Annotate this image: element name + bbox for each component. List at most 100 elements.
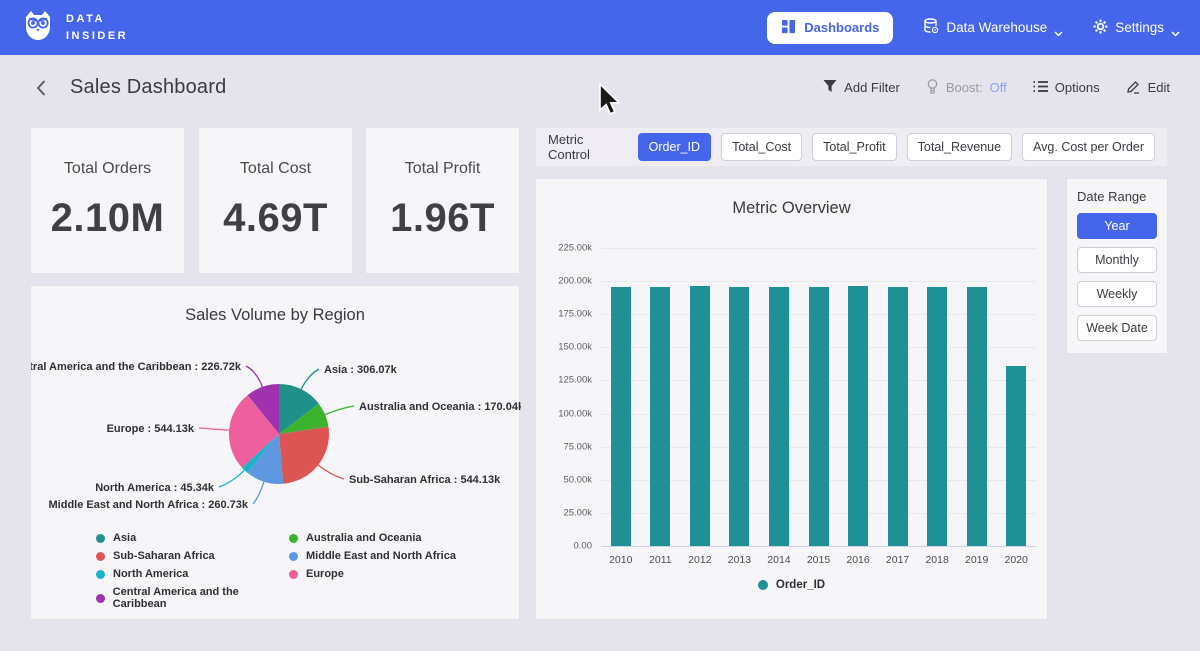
legend-item[interactable]: Asia — [96, 532, 289, 544]
bar-2015 — [809, 287, 829, 546]
legend-item[interactable]: Australia and Oceania — [289, 532, 482, 544]
pie-chart-legend: Asia Australia and Oceania Sub-Saharan A… — [96, 532, 482, 610]
legend-item[interactable]: Middle East and North Africa — [289, 550, 482, 562]
metric-chip-total-profit[interactable]: Total_Profit — [812, 133, 897, 161]
legend-dot — [96, 594, 105, 603]
legend-dot — [758, 580, 768, 590]
legend-dot — [289, 552, 298, 561]
top-navbar: DATAINSIDER Dashboards — [0, 0, 1200, 55]
pie-label: Australia and Oceania : 170.04k — [359, 401, 521, 413]
metric-chip-total-revenue[interactable]: Total_Revenue — [907, 133, 1012, 161]
dashboards-button[interactable]: Dashboards — [767, 12, 893, 44]
x-axis-tick: 2020 — [1005, 554, 1028, 566]
pie-label: Asia : 306.07k — [324, 364, 398, 376]
date-range-week-date-button[interactable]: Week Date — [1077, 315, 1157, 341]
pie-label: Central America and the Caribbean : 226.… — [31, 361, 242, 373]
pencil-icon — [1126, 79, 1141, 97]
legend-label: Europe — [306, 568, 344, 580]
filter-funnel-icon — [823, 79, 837, 96]
legend-label: North America — [113, 568, 188, 580]
settings-menu[interactable]: Settings — [1093, 19, 1180, 37]
gridline — [601, 546, 1036, 547]
date-range-panel: Date Range Year Monthly Weekly Week Date — [1066, 178, 1168, 354]
pie-label: Middle East and North Africa : 260.73k — [49, 499, 249, 511]
bar-2014 — [769, 287, 789, 546]
metric-chip-avg-cost[interactable]: Avg. Cost per Order — [1022, 133, 1155, 161]
x-axis-tick: 2017 — [886, 554, 909, 566]
legend-item[interactable]: North America — [96, 568, 289, 580]
pie-leader-line — [317, 465, 344, 480]
legend-dot — [96, 534, 105, 543]
bar-chart-legend[interactable]: Order_ID — [536, 579, 1047, 591]
options-button[interactable]: Options — [1033, 80, 1100, 96]
date-range-monthly-button[interactable]: Monthly — [1077, 247, 1157, 273]
pie-leader-line — [324, 406, 354, 415]
brand-name: DATAINSIDER — [66, 11, 128, 44]
legend-item[interactable]: Europe — [289, 568, 482, 580]
legend-label: Australia and Oceania — [306, 532, 422, 544]
kpi-value: 2.10M — [51, 196, 165, 241]
kpi-label: Total Cost — [240, 160, 311, 178]
owl-logo-icon — [20, 7, 56, 48]
x-axis-tick: 2015 — [807, 554, 830, 566]
pie-label: Sub-Saharan Africa : 544.13k — [349, 474, 501, 486]
legend-dot — [96, 552, 105, 561]
legend-label: Asia — [113, 532, 136, 544]
x-axis-tick: 2018 — [925, 554, 948, 566]
date-range-weekly-button[interactable]: Weekly — [1077, 281, 1157, 307]
dashboards-grid-icon — [781, 19, 796, 37]
bar-2020 — [1006, 366, 1026, 546]
add-filter-button[interactable]: Add Filter — [823, 79, 900, 96]
legend-dot — [289, 534, 298, 543]
list-icon — [1033, 80, 1048, 96]
x-axis-tick: 2010 — [609, 554, 632, 566]
y-axis-tick: 50.00k — [536, 474, 592, 485]
y-axis-tick: 175.00k — [536, 309, 592, 320]
brand-logo[interactable]: DATAINSIDER — [20, 7, 128, 48]
gear-icon — [1093, 19, 1108, 37]
y-axis-tick: 0.00 — [536, 541, 592, 552]
edit-button[interactable]: Edit — [1126, 79, 1170, 97]
metric-control-bar: Metric Control Order_ID Total_Cost Total… — [535, 127, 1168, 167]
x-axis-tick: 2011 — [649, 554, 672, 566]
pie-leader-line — [301, 369, 319, 390]
kpi-value: 1.96T — [390, 196, 495, 241]
legend-item[interactable]: Sub-Saharan Africa — [96, 550, 289, 562]
date-range-label: Date Range — [1077, 189, 1157, 204]
gridline — [601, 248, 1036, 249]
pie-leader-line — [246, 366, 263, 388]
legend-dot — [96, 570, 105, 579]
bar-2011 — [650, 287, 670, 546]
page-title: Sales Dashboard — [70, 76, 226, 99]
y-axis-tick: 25.00k — [536, 507, 592, 518]
x-axis-tick: 2016 — [846, 554, 869, 566]
kpi-label: Total Profit — [405, 160, 481, 178]
pie-label: North America : 45.34k — [95, 482, 215, 494]
x-axis-tick: 2019 — [965, 554, 988, 566]
y-axis-tick: 200.00k — [536, 276, 592, 287]
kpi-label: Total Orders — [64, 160, 151, 178]
bar-2013 — [729, 287, 749, 546]
pie-slice-sub-saharan-africa — [279, 427, 329, 484]
boost-toggle[interactable]: Boost:Off — [926, 79, 1007, 97]
x-axis-tick: 2012 — [688, 554, 711, 566]
date-range-year-button[interactable]: Year — [1077, 213, 1157, 239]
y-axis-tick: 125.00k — [536, 375, 592, 386]
balloon-icon — [926, 79, 939, 97]
y-axis-tick: 225.00k — [536, 243, 592, 254]
x-axis-tick: 2013 — [728, 554, 751, 566]
y-axis-tick: 150.00k — [536, 342, 592, 353]
pie-leader-line — [253, 481, 264, 504]
data-warehouse-menu[interactable]: Data Warehouse — [923, 18, 1063, 37]
bar-chart-plot: 225.00k200.00k175.00k150.00k125.00k100.0… — [536, 179, 1047, 619]
metric-chip-total-cost[interactable]: Total_Cost — [721, 133, 802, 161]
metric-chip-order-id[interactable]: Order_ID — [638, 133, 711, 161]
back-button[interactable] — [30, 77, 52, 99]
bar-2016 — [848, 286, 868, 546]
bar-2019 — [967, 287, 987, 546]
legend-item[interactable]: Central America and the Caribbean — [96, 586, 289, 610]
kpi-card-total-profit: Total Profit 1.96T — [365, 127, 520, 274]
y-axis-tick: 75.00k — [536, 441, 592, 452]
bar-2012 — [690, 286, 710, 546]
chevron-down-icon — [1171, 25, 1180, 31]
